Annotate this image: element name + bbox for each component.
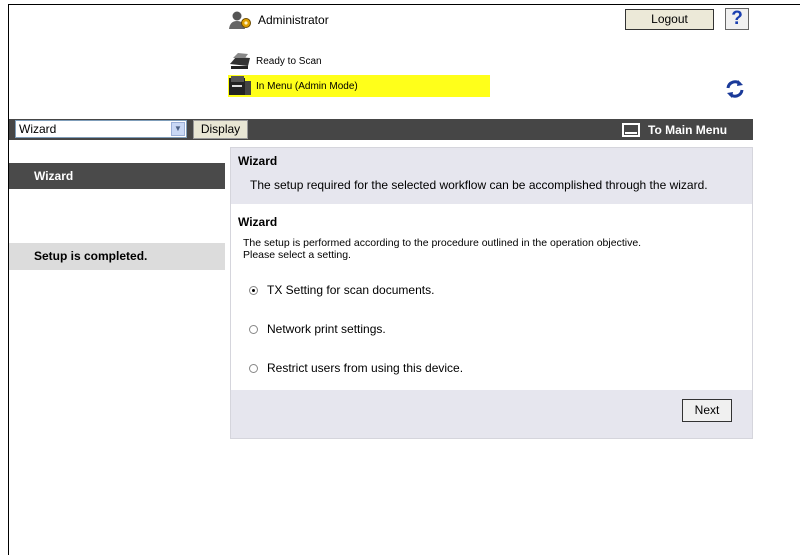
wizard-select-value: Wizard (19, 122, 57, 136)
radio-tx-setting[interactable] (249, 285, 258, 295)
status-ready-label: Ready to Scan (256, 55, 322, 67)
sidebar-item-wizard[interactable]: Wizard (9, 163, 225, 189)
dropdown-arrow-icon[interactable]: ▼ (171, 122, 185, 136)
next-button[interactable]: Next (682, 399, 732, 422)
to-main-menu-link[interactable]: To Main Menu (622, 119, 727, 140)
admin-user-icon (228, 10, 252, 30)
panel-description: The setup required for the selected work… (250, 178, 708, 192)
sidebar-item-setup-completed[interactable]: Setup is completed. (9, 243, 225, 270)
admin-user: Administrator (228, 10, 329, 30)
option-restrict-users[interactable]: Restrict users from using this device. (249, 361, 463, 375)
panel-title: Wizard (238, 154, 278, 168)
section-title: Wizard (238, 215, 278, 229)
status-ready: Ready to Scan (228, 50, 322, 72)
main-menu-icon (622, 122, 640, 137)
option-tx-setting-label: TX Setting for scan documents. (267, 283, 435, 297)
status-menu-label: In Menu (Admin Mode) (256, 80, 358, 92)
radio-network-print[interactable] (249, 324, 258, 334)
panel-footer: Next (231, 390, 752, 438)
option-network-print-label: Network print settings. (267, 322, 386, 336)
admin-label: Administrator (258, 13, 329, 27)
option-network-print[interactable]: Network print settings. (249, 322, 386, 336)
radio-restrict-users[interactable] (249, 363, 258, 373)
section-description: The setup is performed according to the … (243, 237, 641, 261)
wizard-panel: Wizard The setup required for the select… (230, 147, 753, 439)
panel-header: Wizard The setup required for the select… (231, 148, 752, 204)
help-icon[interactable]: ? (725, 8, 749, 30)
to-main-menu-label: To Main Menu (648, 122, 728, 137)
option-tx-setting[interactable]: TX Setting for scan documents. (249, 283, 434, 297)
status-menu: In Menu (Admin Mode) (228, 75, 490, 97)
option-restrict-users-label: Restrict users from using this device. (267, 361, 464, 375)
scanner-ready-icon (228, 50, 252, 72)
section-description-line1: The setup is performed according to the … (243, 237, 642, 249)
wizard-select[interactable]: Wizard ▼ (15, 120, 187, 138)
printer-menu-icon (228, 75, 252, 97)
logout-button[interactable]: Logout (625, 9, 714, 30)
refresh-icon[interactable] (722, 78, 748, 102)
display-button[interactable]: Display (193, 120, 248, 139)
section-description-line2: Please select a setting. (243, 249, 351, 261)
